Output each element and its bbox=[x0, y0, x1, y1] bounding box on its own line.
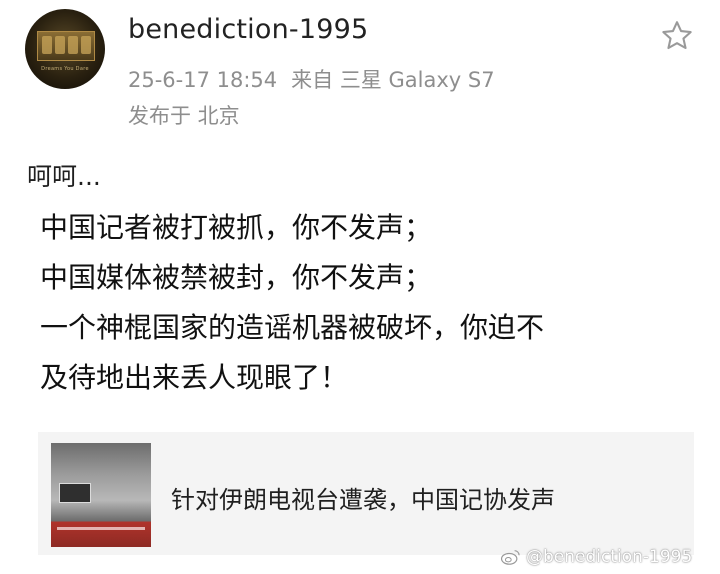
post-intro: 呵呵... bbox=[27, 162, 101, 191]
avatar-caption: Dreams You Dare bbox=[41, 66, 89, 72]
post-line: 中国记者被打被抓，你不发声； bbox=[40, 211, 433, 244]
watermark-text: @benediction-1995 bbox=[526, 547, 693, 567]
weibo-icon bbox=[500, 550, 520, 565]
post-line: 及待地出来丢人现眼了！ bbox=[40, 361, 349, 394]
avatar-image bbox=[37, 31, 95, 61]
post-line: 中国媒体被禁被封，你不发声； bbox=[40, 261, 433, 294]
post-meta: 25-6-17 18:54 来自 三星 Galaxy S7 bbox=[128, 64, 509, 94]
post-line: 一个神棍国家的造谣机器被破坏，你迫不 bbox=[40, 311, 545, 344]
link-card-title: 针对伊朗电视台遭袭，中国记协发声 bbox=[171, 486, 555, 514]
post-datetime: 25-6-17 18:54 bbox=[128, 68, 278, 92]
post-location: 发布于 北京 bbox=[128, 104, 240, 128]
avatar[interactable]: Dreams You Dare bbox=[25, 9, 105, 89]
link-card[interactable]: 针对伊朗电视台遭袭，中国记协发声 bbox=[38, 432, 694, 555]
post-body: 中国记者被打被抓，你不发声； 中国媒体被禁被封，你不发声； 一个神棍国家的造谣机… bbox=[40, 203, 700, 403]
post-source: 来自 三星 Galaxy S7 bbox=[291, 68, 495, 92]
link-card-thumbnail bbox=[51, 443, 151, 547]
username[interactable]: benediction-1995 bbox=[128, 14, 368, 45]
star-icon[interactable] bbox=[659, 18, 695, 54]
watermark: @benediction-1995 bbox=[500, 547, 692, 567]
